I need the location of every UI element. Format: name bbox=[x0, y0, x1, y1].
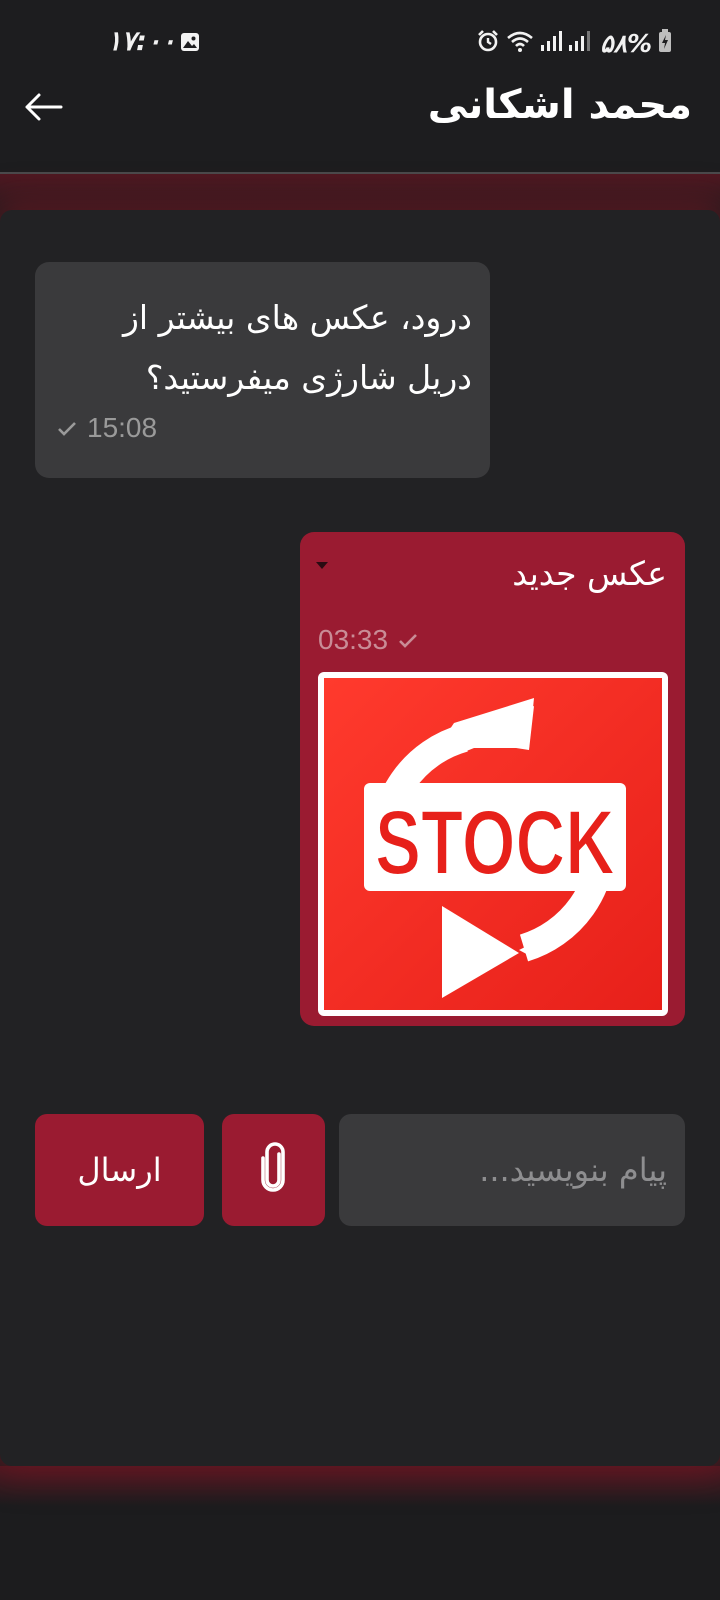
status-time: ۱۷:۰۰ bbox=[107, 26, 176, 57]
message-input[interactable] bbox=[339, 1114, 685, 1226]
battery-percent: ۵۸% bbox=[600, 28, 652, 58]
back-button[interactable] bbox=[20, 86, 66, 132]
battery-charging-icon bbox=[658, 29, 672, 57]
message-meta: 15:08 bbox=[57, 412, 157, 444]
status-icons: ۵۸% bbox=[476, 28, 672, 58]
contact-name: محمد اشکانی bbox=[427, 82, 692, 128]
attached-image[interactable]: STOCK bbox=[318, 672, 668, 1016]
message-text: درود، عکس های بیشتر از دریل شارژی میفرست… bbox=[123, 298, 472, 397]
panel-bottom-glow bbox=[0, 1466, 720, 1506]
outgoing-message-bubble[interactable]: عکس جدید 03:33 STOCK bbox=[300, 532, 685, 1026]
stock-image: STOCK bbox=[324, 678, 662, 1010]
signal-icon bbox=[568, 30, 591, 56]
stock-image-text: STOCK bbox=[375, 792, 615, 894]
check-icon bbox=[57, 412, 77, 444]
message-time: 15:08 bbox=[87, 412, 158, 443]
arrow-left-icon bbox=[23, 92, 63, 126]
message-text: عکس جدید bbox=[512, 554, 667, 593]
message-time: 03:33 bbox=[318, 624, 389, 655]
incoming-message-bubble[interactable]: درود، عکس های بیشتر از دریل شارژی میفرست… bbox=[35, 262, 490, 478]
chat-panel: درود، عکس های بیشتر از دریل شارژی میفرست… bbox=[0, 210, 720, 1466]
check-icon bbox=[398, 624, 418, 656]
send-button[interactable]: ارسال bbox=[35, 1114, 204, 1226]
attach-button[interactable] bbox=[222, 1114, 325, 1226]
message-composer: ارسال bbox=[0, 1114, 720, 1226]
app-header: محمد اشکانی bbox=[0, 80, 720, 174]
status-bar: ۱۷:۰۰ ۵۸% bbox=[0, 0, 720, 80]
alarm-icon bbox=[476, 29, 500, 57]
wifi-icon bbox=[506, 29, 534, 57]
message-options-caret-icon[interactable] bbox=[316, 562, 328, 569]
message-meta: 03:33 bbox=[318, 624, 418, 656]
signal-icon bbox=[540, 30, 563, 56]
header-divider-glow bbox=[0, 174, 720, 214]
paperclip-icon bbox=[259, 1142, 289, 1198]
gallery-icon bbox=[180, 32, 200, 56]
